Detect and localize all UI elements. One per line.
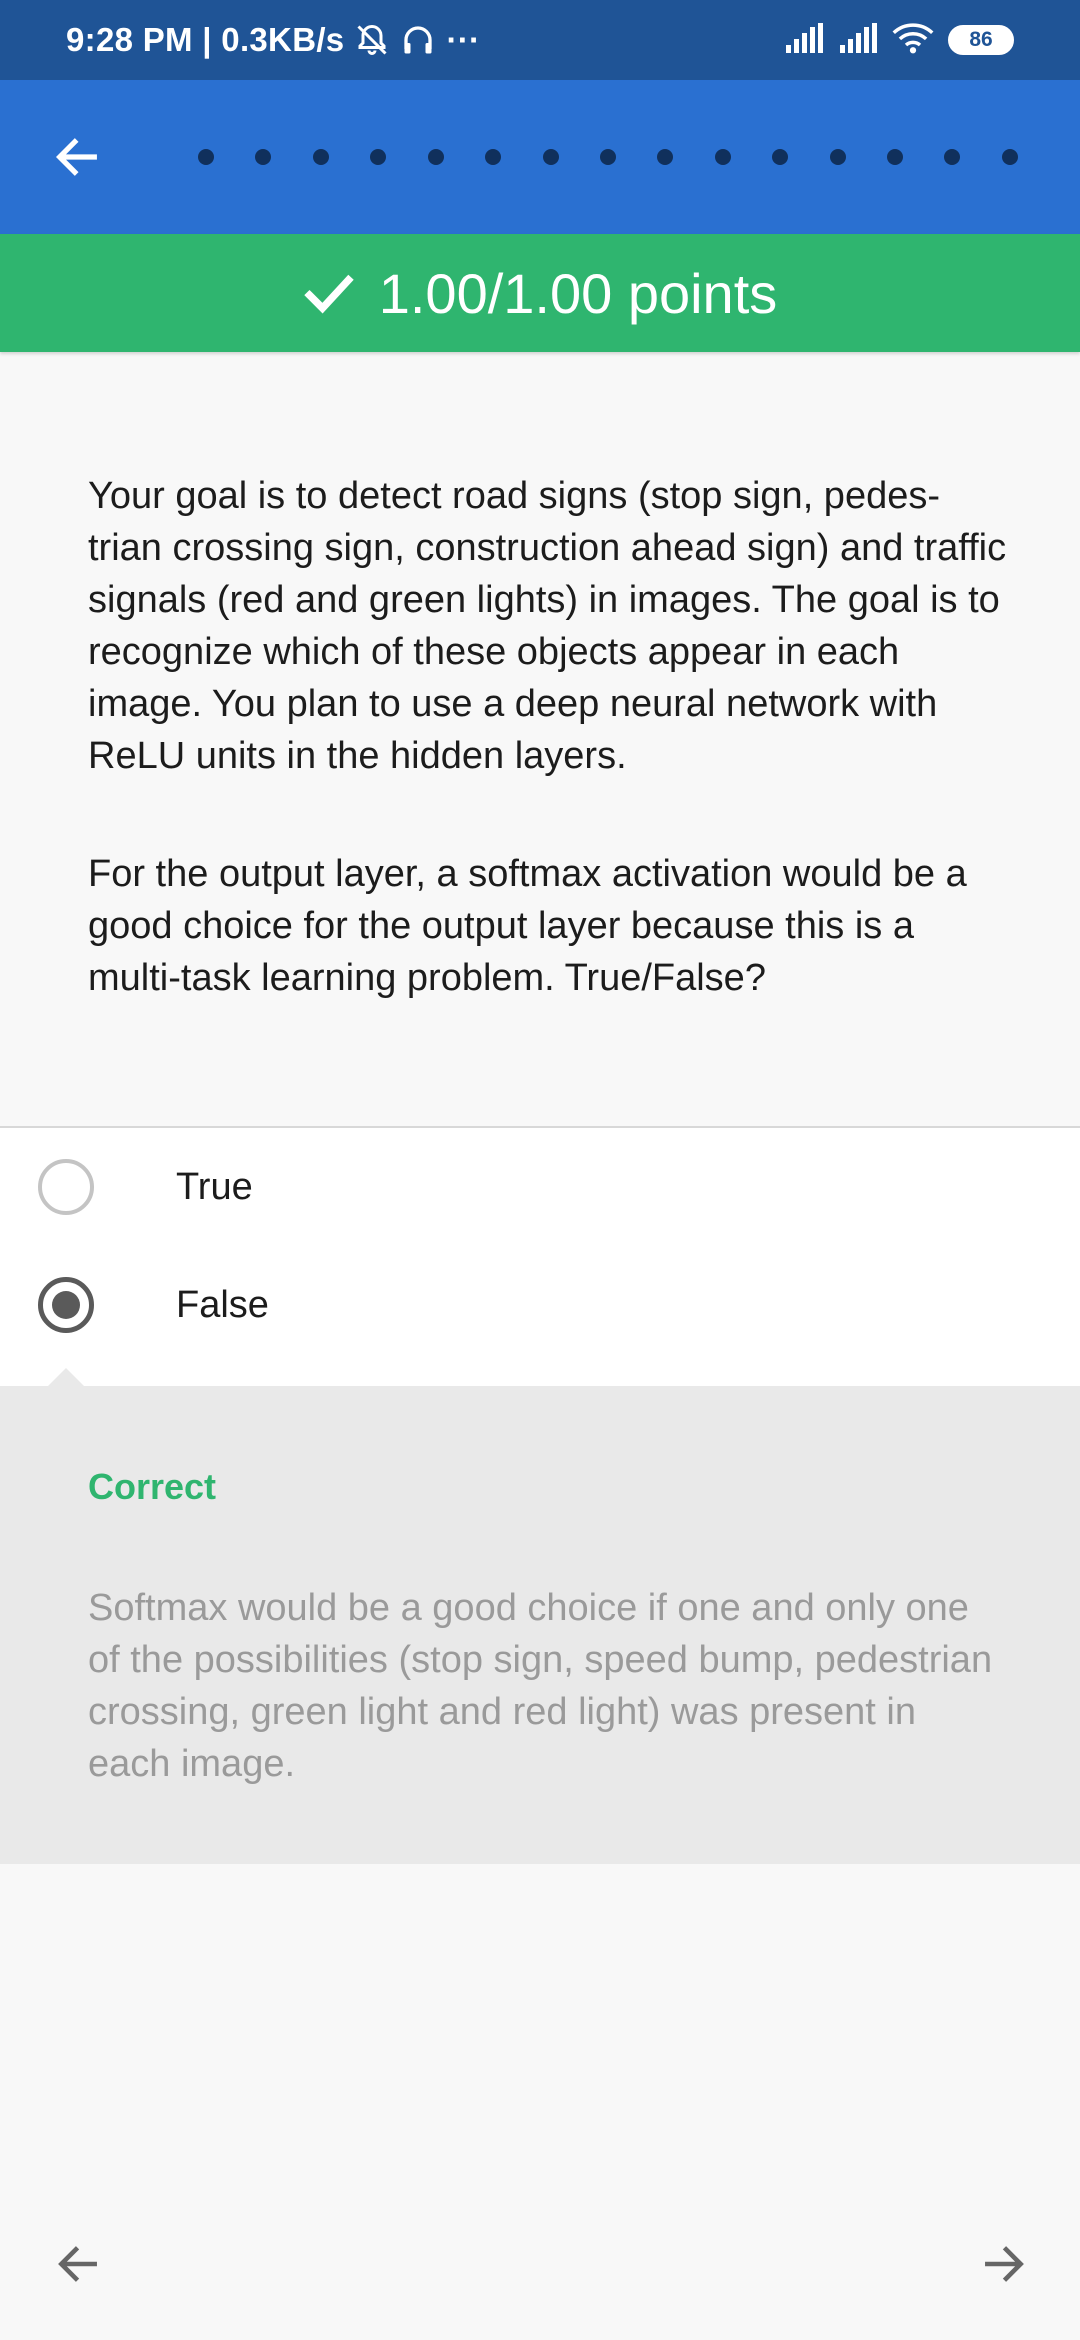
answer-options: True False (0, 1126, 1080, 1386)
feedback-title: Correct (88, 1466, 217, 1507)
status-bar: 9:28 PM | 0.3KB/s ··· 86 (0, 0, 1080, 80)
progress-dot[interactable] (542, 149, 559, 165)
option-false[interactable]: False (0, 1246, 1080, 1364)
question-prompt: For the output layer, a softmax activati… (88, 853, 967, 999)
progress-dot[interactable] (887, 149, 904, 165)
progress-dot[interactable] (370, 149, 387, 165)
score-banner: 1.00/1.00 points (0, 234, 1080, 352)
status-left: 9:28 PM | 0.3KB/s ··· (66, 0, 480, 80)
more-notifications: ··· (446, 21, 481, 58)
option-label: False (176, 1283, 269, 1326)
radio-unchecked-icon[interactable] (38, 1159, 94, 1215)
question-text: Your goal is to detect road signs (stop … (88, 470, 1008, 1004)
check-icon (303, 267, 355, 319)
battery-level: 86 (969, 28, 993, 51)
feedback-pointer (48, 1368, 84, 1386)
status-right: 86 (770, 0, 1014, 80)
progress-dot[interactable] (657, 149, 674, 165)
previous-question-button[interactable] (46, 2232, 110, 2296)
signal-icon (784, 22, 824, 58)
progress-dot[interactable] (944, 149, 961, 165)
progress-dot[interactable] (198, 149, 214, 165)
progress-dot[interactable] (485, 149, 502, 165)
progress-dot[interactable] (772, 149, 789, 165)
mute-alarm-icon (354, 22, 390, 58)
arrow-left-icon (58, 2246, 97, 2282)
question-progress-dots (198, 80, 1018, 234)
feedback-text: Softmax would be a good choice if one an… (88, 1587, 993, 1785)
back-button[interactable] (40, 120, 114, 194)
progress-dot[interactable] (427, 149, 444, 165)
app-bar (0, 80, 1080, 234)
wifi-icon (892, 22, 934, 59)
progress-dot[interactable] (255, 149, 272, 165)
progress-dot[interactable] (312, 149, 329, 165)
battery-icon: 86 (948, 25, 1014, 55)
feedback-panel: Correct Softmax would be a good choice i… (0, 1368, 1080, 1864)
progress-dot[interactable] (1001, 149, 1018, 165)
progress-dot[interactable] (829, 149, 846, 165)
progress-dot[interactable] (714, 149, 731, 165)
progress-dot[interactable] (599, 149, 616, 165)
signal-icon (838, 22, 878, 58)
radio-checked-icon[interactable] (38, 1277, 94, 1333)
status-time-speed: 9:28 PM | 0.3KB/s (66, 21, 345, 58)
headphones-icon (400, 22, 436, 58)
option-label: True (176, 1165, 253, 1208)
question-paragraph: Your goal is to detect road signs (stop … (88, 475, 1007, 777)
next-question-button[interactable] (972, 2232, 1036, 2296)
arrow-right-icon (985, 2246, 1024, 2282)
arrow-left-icon (55, 138, 97, 176)
option-true[interactable]: True (0, 1128, 1080, 1246)
score-text: 1.00/1.00 points (378, 261, 778, 325)
